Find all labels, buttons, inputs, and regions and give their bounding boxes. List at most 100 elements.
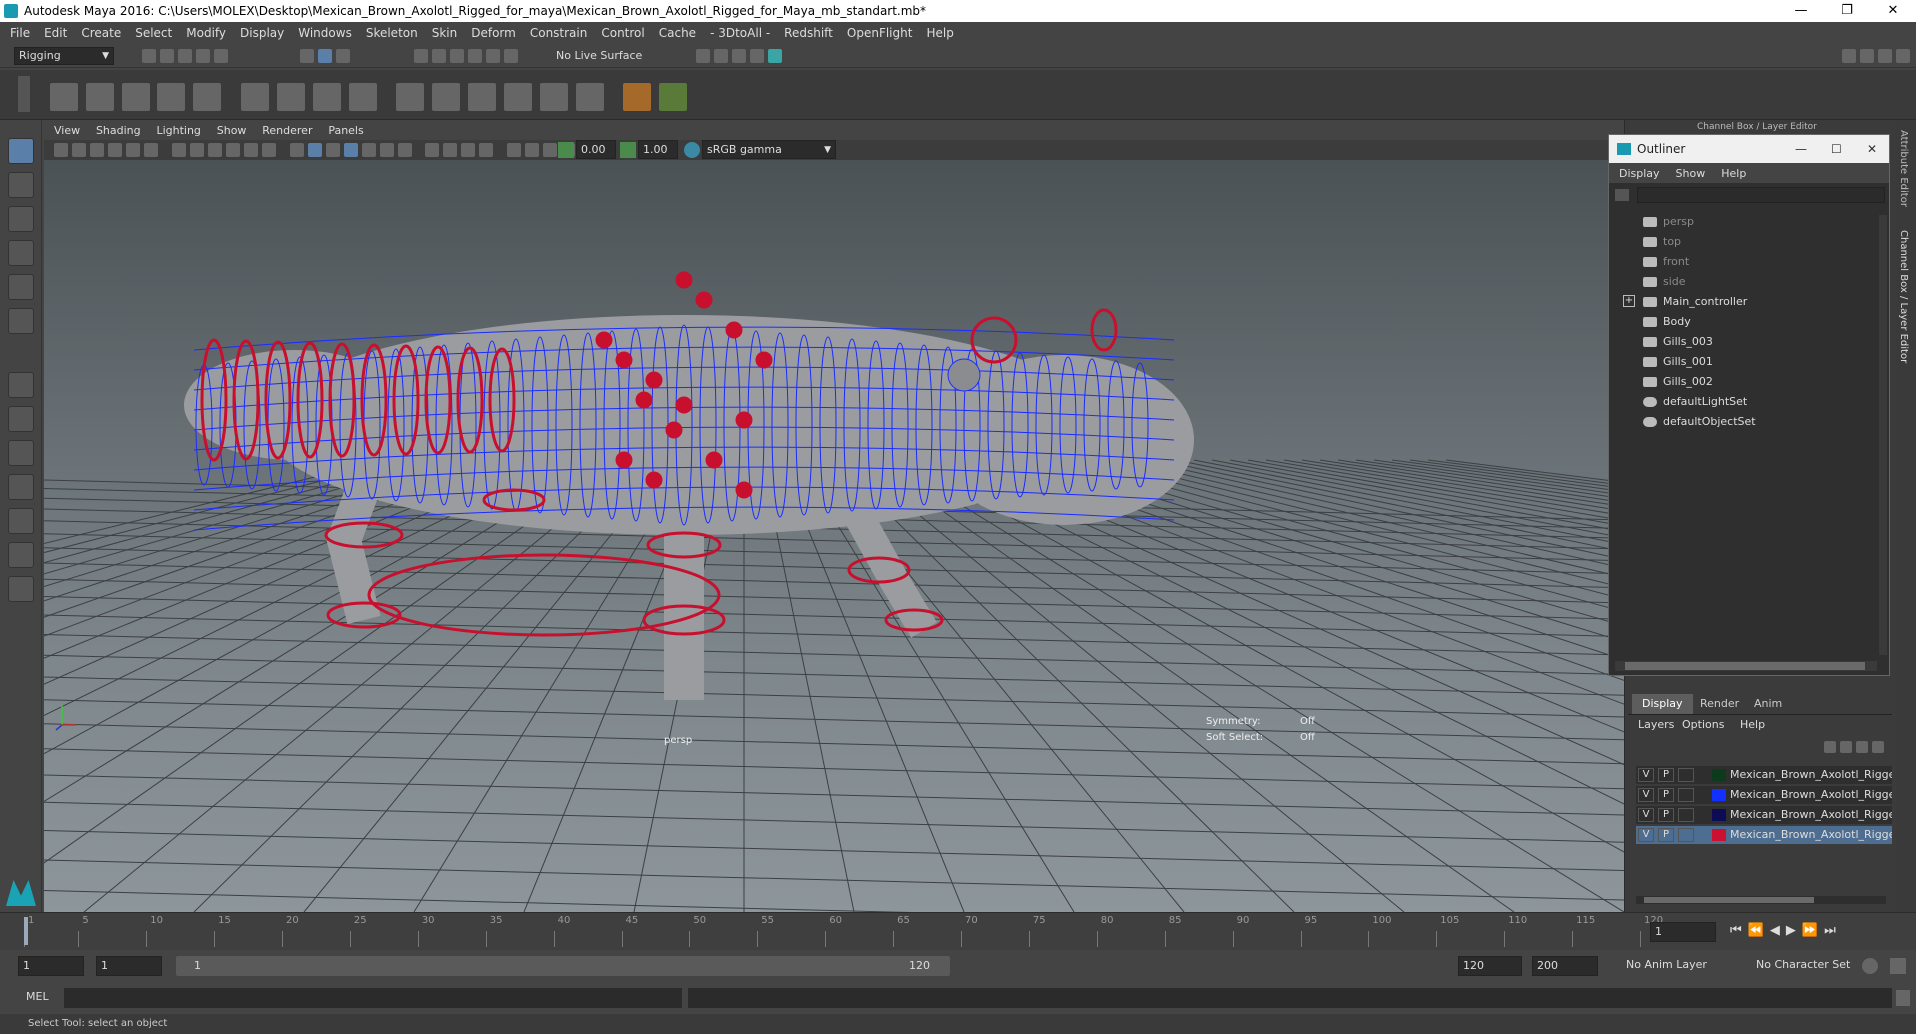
outliner-item-gills-002[interactable]: Gills_002 xyxy=(1643,373,1713,391)
gill-control[interactable] xyxy=(755,351,773,369)
persp-hypershade-icon[interactable] xyxy=(8,508,34,534)
layer-display-type[interactable] xyxy=(1678,828,1694,842)
single-perspective-icon[interactable] xyxy=(8,372,34,398)
close-icon[interactable]: ✕ xyxy=(1867,135,1877,163)
outliner-item-main-controller[interactable]: Main_controller xyxy=(1643,293,1747,311)
layer-playback-toggle[interactable]: P xyxy=(1658,768,1674,782)
pole-vector-icon[interactable] xyxy=(575,83,604,111)
ik-handle-icon[interactable] xyxy=(85,83,114,111)
workspace-icon[interactable] xyxy=(1842,49,1856,63)
menu-skeleton[interactable]: Skeleton xyxy=(366,26,418,40)
playback-start-field[interactable]: 1 xyxy=(96,956,162,976)
hud-icon[interactable] xyxy=(525,143,540,157)
minimize-icon[interactable]: — xyxy=(1795,135,1807,163)
layer-playback-toggle[interactable]: P xyxy=(1658,808,1674,822)
menu-cache[interactable]: Cache xyxy=(659,26,696,40)
open-scene-icon[interactable] xyxy=(160,49,174,63)
screen-ao-icon[interactable] xyxy=(443,143,458,157)
eye-target-control[interactable] xyxy=(1090,308,1118,352)
paint-select-icon[interactable] xyxy=(8,206,34,232)
layer-color-swatch[interactable] xyxy=(1712,789,1726,801)
layer-playback-toggle[interactable]: P xyxy=(1658,828,1674,842)
go-to-end-icon[interactable]: ⏭ xyxy=(1824,923,1842,938)
cmd-language-label[interactable]: MEL xyxy=(26,990,49,1003)
grease-pencil-icon[interactable] xyxy=(144,143,158,157)
four-view-icon[interactable] xyxy=(8,406,34,432)
render-frame-icon[interactable] xyxy=(714,49,728,63)
outliner-vscrollbar[interactable] xyxy=(1879,215,1887,655)
menu-windows[interactable]: Windows xyxy=(298,26,352,40)
ik-spline-icon[interactable] xyxy=(121,83,150,111)
wireframe-on-shaded-icon[interactable] xyxy=(343,143,358,157)
move-tool-icon[interactable] xyxy=(8,240,34,266)
exposure-field[interactable]: 0.00 xyxy=(576,140,616,159)
gill-control[interactable] xyxy=(675,271,693,289)
vp-menu-view[interactable]: View xyxy=(54,124,80,137)
rotate-tool-icon[interactable] xyxy=(8,274,34,300)
menu-set-dropdown[interactable]: Rigging ▼ xyxy=(14,47,114,65)
bind-skin-icon[interactable] xyxy=(193,83,222,111)
axolotl-model[interactable] xyxy=(184,271,1194,700)
camera-select-icon[interactable] xyxy=(54,143,68,157)
snap-surface-icon[interactable] xyxy=(486,49,500,63)
parent-constraint-icon[interactable] xyxy=(539,83,568,111)
outliner-item-default-object-set[interactable]: defaultObjectSet xyxy=(1643,413,1756,431)
gill-control[interactable] xyxy=(595,331,613,349)
snap-curve-icon[interactable] xyxy=(432,49,446,63)
resolution-gate-icon[interactable] xyxy=(207,143,222,157)
layer-display-type[interactable] xyxy=(1678,768,1694,782)
menu-select[interactable]: Select xyxy=(135,26,172,40)
time-slider[interactable]: 1 5 10 15 20 25 30 35 40 45 50 55 60 65 70 75 80 85 90 95 10… xyxy=(0,912,1916,950)
grid-icon[interactable] xyxy=(171,143,186,157)
minimize-icon[interactable]: — xyxy=(1778,0,1824,22)
snap-grid-icon[interactable] xyxy=(414,49,428,63)
vp-menu-show[interactable]: Show xyxy=(217,124,247,137)
locator-icon[interactable] xyxy=(623,83,652,111)
playback-end-field[interactable]: 120 xyxy=(1458,956,1522,976)
exposure-icon[interactable] xyxy=(558,142,574,158)
script-editor-icon[interactable] xyxy=(1896,990,1910,1006)
layer-color-swatch[interactable] xyxy=(1712,769,1726,781)
menu-help[interactable]: Help xyxy=(926,26,953,40)
perspective-viewport[interactable]: persp Symmetry: Off Soft Select: Off xyxy=(44,160,1624,912)
preferences-icon[interactable] xyxy=(1890,958,1906,974)
scene-canvas[interactable] xyxy=(44,160,1624,912)
gill-control[interactable] xyxy=(645,371,663,389)
toolsettings-icon[interactable] xyxy=(1896,49,1910,63)
menu-deform[interactable]: Deform xyxy=(471,26,516,40)
vp-menu-panels[interactable]: Panels xyxy=(328,124,363,137)
motion-blur-icon[interactable] xyxy=(461,143,476,157)
toggle-sidebar-icon[interactable] xyxy=(1878,49,1892,63)
filter-icon[interactable] xyxy=(1615,189,1629,201)
point-constraint-icon[interactable] xyxy=(396,83,425,111)
outliner-item-front[interactable]: front xyxy=(1643,253,1689,271)
layer-color-swatch[interactable] xyxy=(1712,829,1726,841)
outliner-item-side[interactable]: side xyxy=(1643,273,1686,291)
restore-icon[interactable]: ❐ xyxy=(1824,0,1870,22)
vp-menu-renderer[interactable]: Renderer xyxy=(262,124,312,137)
wireframe-icon[interactable] xyxy=(289,143,304,157)
layer-tab-anim[interactable]: Anim xyxy=(1744,694,1792,714)
view-transform-dropdown[interactable]: sRGB gamma ▼ xyxy=(702,140,836,159)
isolate-select-icon[interactable] xyxy=(507,143,522,157)
outliner-item-top[interactable]: top xyxy=(1643,233,1681,251)
gill-control[interactable] xyxy=(725,321,743,339)
gill-control[interactable] xyxy=(735,411,753,429)
render-settings-icon[interactable] xyxy=(750,49,764,63)
xray-icon[interactable] xyxy=(361,143,376,157)
animation-start-field[interactable]: 1 xyxy=(18,956,84,976)
animation-end-field[interactable]: 200 xyxy=(1532,956,1598,976)
go-to-start-icon[interactable]: ⏮ xyxy=(1730,923,1748,938)
axolotl-tail[interactable] xyxy=(184,350,404,460)
undo-icon[interactable] xyxy=(196,49,210,63)
color-management-icon[interactable] xyxy=(684,142,700,158)
frame-all-icon[interactable] xyxy=(543,143,558,157)
new-scene-icon[interactable] xyxy=(142,49,156,63)
bookmark-icon[interactable] xyxy=(90,143,104,157)
render-view-icon[interactable] xyxy=(696,49,710,63)
menu-openflight[interactable]: OpenFlight xyxy=(847,26,913,40)
vp-menu-shading[interactable]: Shading xyxy=(96,124,141,137)
orient-constraint-icon[interactable] xyxy=(468,83,497,111)
step-back-icon[interactable]: ⏪ xyxy=(1748,923,1770,938)
anim-layer-dropdown[interactable]: No Anim Layer xyxy=(1622,956,1740,976)
